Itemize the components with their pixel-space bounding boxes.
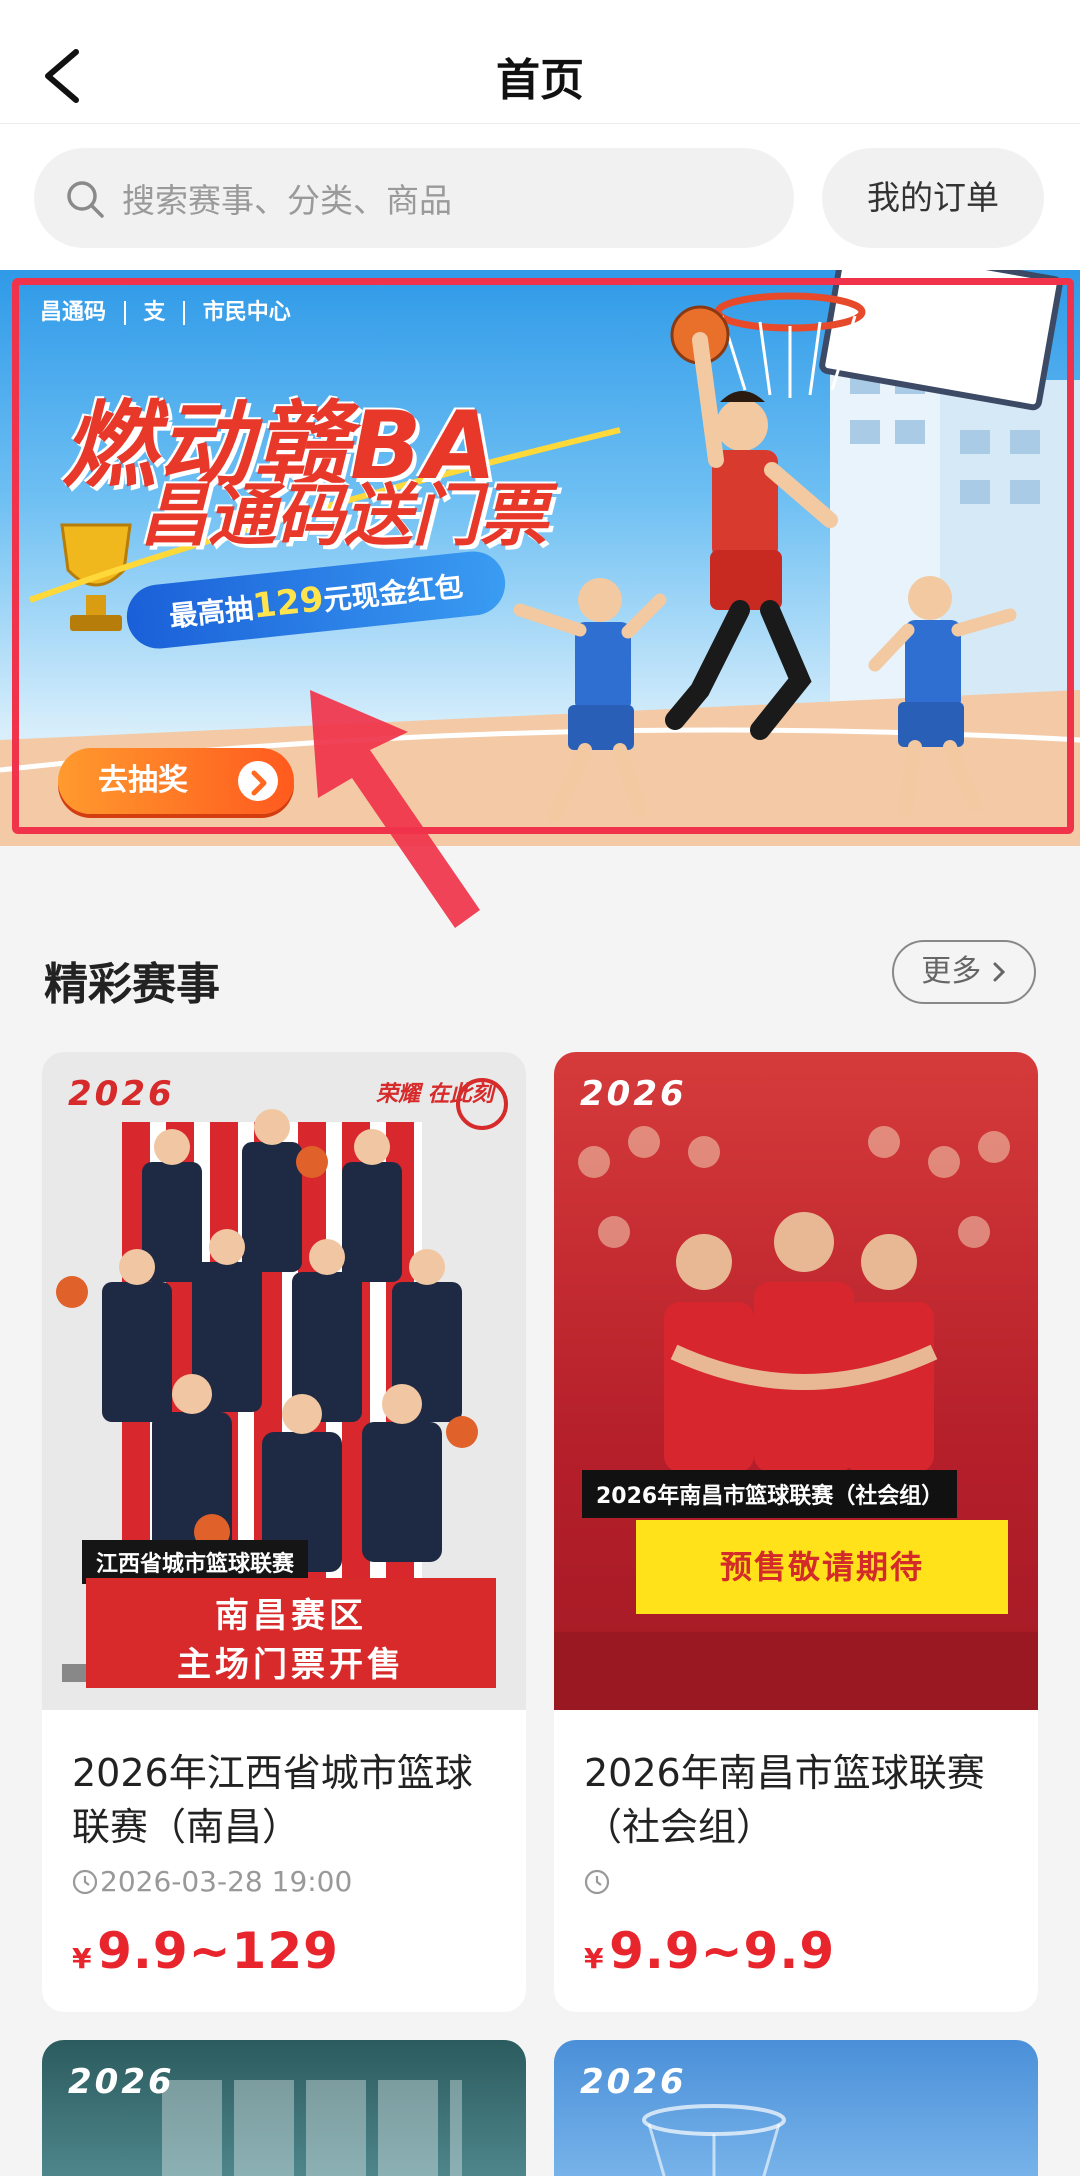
poster-slogan: 荣耀 在此刻: [376, 1082, 494, 1107]
poster-banner: 南昌赛区 主场门票开售: [86, 1578, 496, 1688]
poster-year: 2026: [580, 1074, 687, 1114]
my-orders-button[interactable]: 我的订单: [822, 148, 1044, 248]
poster-year: 2026: [68, 1074, 175, 1114]
poster-line-1: 南昌赛区: [215, 1596, 367, 1636]
search-input[interactable]: 搜索赛事、分类、商品: [34, 148, 794, 248]
search-placeholder: 搜索赛事、分类、商品: [122, 181, 452, 220]
pill-amount: 129: [250, 579, 326, 627]
event-poster: 2026: [554, 2040, 1038, 2176]
poster-highlight: 预售敬请期待: [636, 1520, 1008, 1614]
event-time-text: 2026-03-28 19:00: [100, 1865, 353, 1898]
event-poster: 2026 2026年南昌市篮球联赛（社会组） 预售敬请期待: [554, 1052, 1038, 1710]
event-time: 2026-03-28 19:00: [72, 1862, 496, 1902]
hoop-illustration: [642, 2104, 786, 2176]
event-title: 2026年南昌市篮球联赛（社会组）: [584, 1751, 985, 1849]
logo-citizen-center: 市民中心: [202, 300, 291, 325]
event-card[interactable]: 2026 荣耀 在此刻 江西省城市篮球联赛 南昌赛区 主场门票开售 2026年江…: [42, 1052, 526, 2012]
pill-suffix: 元现金红包: [321, 569, 465, 618]
clock-icon: [72, 1869, 98, 1895]
event-poster: 2026: [42, 2040, 526, 2176]
banner-logos: 昌通码 支 市民中心: [40, 294, 291, 326]
more-label: 更多: [921, 954, 982, 989]
poster-tag: 2026年南昌市篮球联赛（社会组）: [582, 1470, 958, 1518]
draw-lottery-label: 去抽奖: [98, 763, 188, 798]
price-range: 9.9~9.9: [609, 1922, 836, 1980]
currency-symbol: ¥: [584, 1942, 604, 1975]
event-card[interactable]: 2026: [554, 2040, 1038, 2176]
search-row: 搜索赛事、分类、商品 我的订单: [0, 124, 1080, 270]
logo-changtongma: 昌通码: [40, 300, 107, 325]
chevron-right-icon: [993, 962, 1005, 982]
event-price: ¥ 9.9~9.9: [584, 1922, 1008, 1980]
pill-prefix: 最高抽: [167, 591, 255, 634]
event-time: [584, 1862, 1008, 1902]
poster-line-2: 主场门票开售: [177, 1645, 405, 1685]
section-title: 精彩赛事: [44, 959, 220, 1010]
clock-icon: [584, 1869, 610, 1895]
poster-year: 2026: [580, 2062, 687, 2102]
draw-lottery-button[interactable]: 去抽奖: [58, 748, 294, 814]
event-card[interactable]: 2026 2026年南昌市篮球联赛（社会组） 预售敬请期待 2026年南昌市篮球…: [554, 1052, 1038, 2012]
logo-divider: [123, 301, 126, 325]
poster-year: 2026: [68, 2062, 175, 2102]
card-body: 2026年南昌市篮球联赛（社会组） ¥ 9.9~9.9: [554, 1710, 1038, 1980]
featured-events-header: 精彩赛事 更多: [0, 930, 1080, 1020]
event-poster: 2026 荣耀 在此刻 江西省城市篮球联赛 南昌赛区 主场门票开售: [42, 1052, 526, 1710]
currency-symbol: ¥: [72, 1942, 92, 1975]
card-body: 2026年江西省城市篮球联赛（南昌） 2026-03-28 19:00 ¥ 9.…: [42, 1710, 526, 1980]
event-title: 2026年江西省城市篮球联赛（南昌）: [72, 1751, 473, 1849]
logo-divider: [183, 301, 186, 325]
poster-windows: [162, 2080, 462, 2176]
page-title: 首页: [496, 55, 584, 106]
search-icon: [64, 178, 106, 220]
price-range: 9.9~129: [97, 1922, 339, 1980]
more-button[interactable]: 更多: [892, 940, 1036, 1004]
event-card[interactable]: 2026: [42, 2040, 526, 2176]
event-price: ¥ 9.9~129: [72, 1922, 496, 1980]
promo-banner[interactable]: 昌通码 支 市民中心 燃动赣BA 昌通码送门票 最高抽129元现金红包 去抽奖: [0, 270, 1080, 846]
chevron-right-icon: [238, 761, 278, 801]
logo-alipay: 支: [143, 300, 166, 325]
banner-subline: 昌通码送门票: [140, 477, 549, 556]
top-bar: 首页: [0, 0, 1080, 124]
